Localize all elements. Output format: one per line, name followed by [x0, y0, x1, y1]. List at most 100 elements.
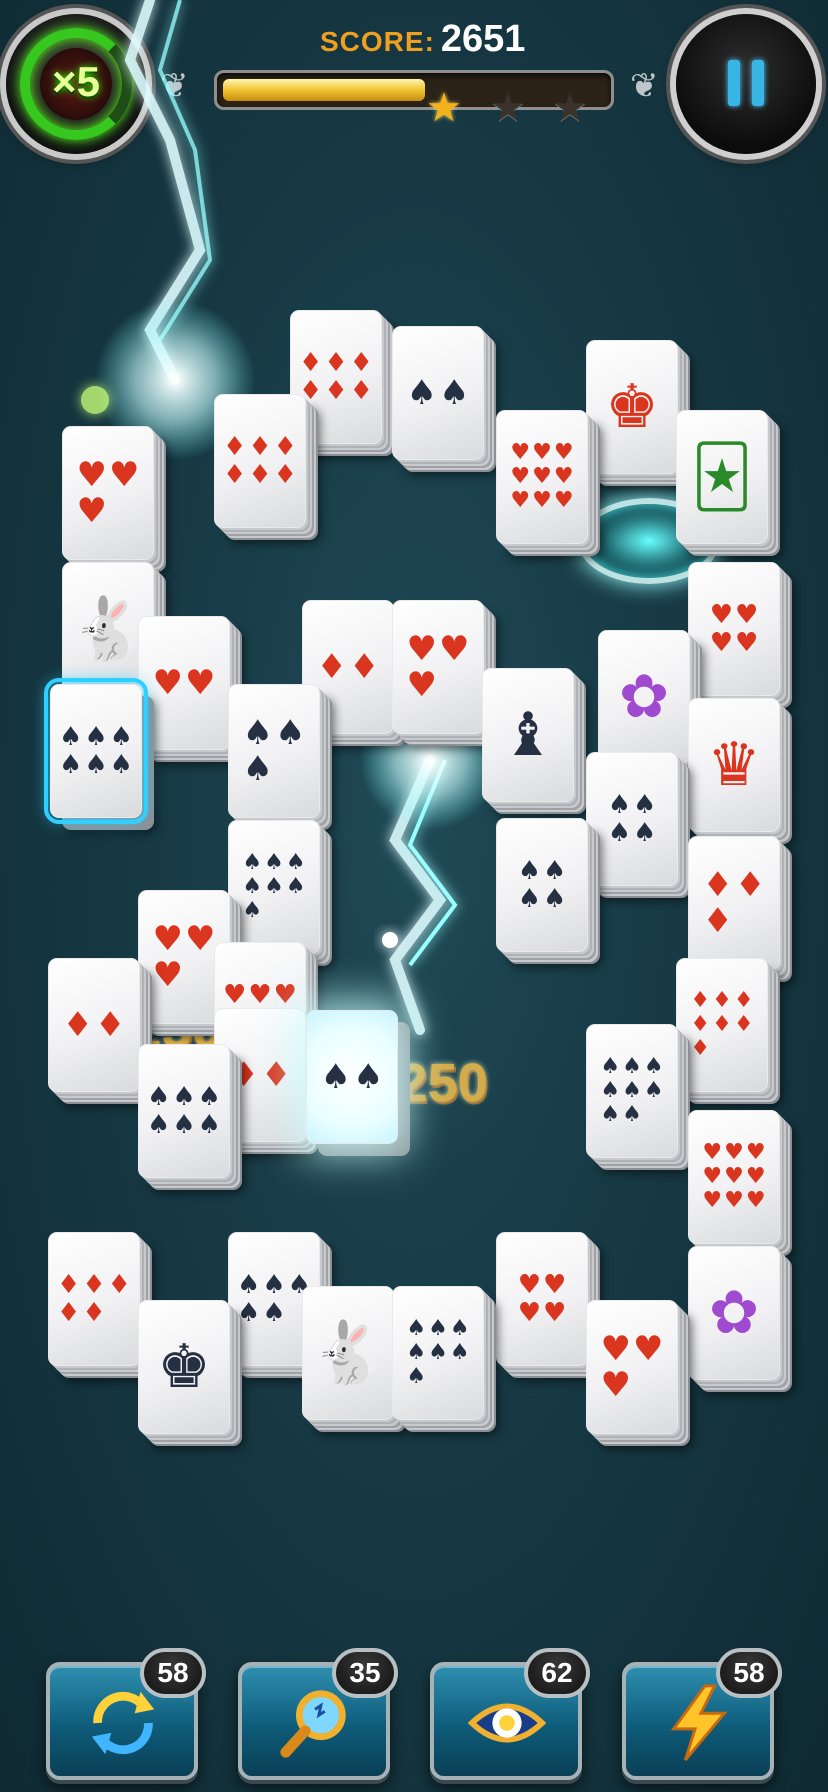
tile-6-spades[interactable]: ♠ ♠ ♠ ♠ ♠ ♠ [138, 1044, 230, 1178]
hearts-pips: ♥ ♥ ♥ [601, 1332, 664, 1402]
diamond-pip-icon: ♦ [223, 460, 247, 490]
heart-pip-icon: ♥ [517, 1270, 541, 1300]
hearts-pips: ♥ ♥ ♥ ♥ ♥ ♥ ♥ ♥ ♥ [702, 1142, 765, 1212]
score: SCORE: 2651 [320, 18, 525, 61]
tile-rabbit[interactable]: 🐇 [302, 1286, 394, 1420]
combo-text: ×5 [52, 58, 100, 105]
diamond-pip-icon: ♦ [349, 647, 380, 687]
hearts-pips: ♥ ♥ ♥ ♥ ♥ ♥ ♥ ♥ ♥ [510, 442, 573, 512]
tile-joker[interactable]: 🃏 [676, 410, 768, 544]
tile-3-spades[interactable]: ♠ ♠ ♠ [228, 684, 320, 818]
diamonds-pips: ♦ ♦ [229, 1058, 292, 1092]
tile-queen-of-diamonds[interactable]: ♛ [688, 698, 780, 832]
spade-pip-icon: ♠ [147, 1082, 171, 1112]
tile-2-spades[interactable]: ♠ ♠ [392, 326, 484, 460]
heart-pip-icon: ♥ [745, 1140, 766, 1165]
heart-pip-icon: ♥ [553, 488, 574, 513]
tile-7-spades[interactable]: ♠ ♠ ♠ ♠ ♠ ♠ ♠ [392, 1286, 484, 1420]
diamond-pip-icon: ♦ [690, 988, 711, 1013]
tile-9-hearts[interactable]: ♥ ♥ ♥ ♥ ♥ ♥ ♥ ♥ ♥ [496, 410, 588, 544]
tile-6-diamonds[interactable]: ♦ ♦ ♦ ♦ ♦ ♦ [214, 394, 306, 528]
spade-pip-icon: ♠ [285, 874, 306, 899]
diamond-pip-icon: ♦ [735, 865, 766, 905]
spade-pip-icon: ♠ [285, 850, 306, 875]
tile-3-hearts[interactable]: ♥ ♥ ♥ [586, 1300, 678, 1434]
diamond-pip-icon: ♦ [733, 1012, 754, 1037]
tile-3-hearts[interactable]: ♥ ♥ ♥ [62, 426, 154, 560]
tile-2-hearts[interactable]: ♥ ♥ [138, 616, 230, 750]
spades-pips: ♠ ♠ ♠ ♠ [518, 858, 567, 912]
diamond-pip-icon: ♦ [107, 1270, 131, 1300]
tile-9-hearts[interactable]: ♥ ♥ ♥ ♥ ♥ ♥ ♥ ♥ ♥ [688, 1110, 780, 1244]
tile-4-hearts[interactable]: ♥ ♥ ♥ ♥ [496, 1232, 588, 1366]
ornament-left-icon: ❦ [160, 66, 189, 106]
diamond-pip-icon: ♦ [261, 1055, 292, 1095]
tile-king-of-clubs[interactable]: ♚ [138, 1300, 230, 1434]
tile-4-spades[interactable]: ♠ ♠ ♠ ♠ [496, 818, 588, 952]
spade-pip-icon: ♠ [622, 1078, 642, 1103]
tile-4-spades[interactable]: ♠ ♠ ♠ ♠ [586, 752, 678, 886]
heart-pip-icon: ♥ [735, 600, 759, 630]
tile-5-diamonds[interactable]: ♦ ♦ ♦ ♦ ♦ [48, 1232, 140, 1366]
jack-figure-icon: ♝ [501, 700, 555, 770]
king-figure-icon: ♚ [157, 1332, 211, 1402]
spade-pip-icon: ♠ [428, 1340, 448, 1365]
ornament-right-icon: ❦ [630, 66, 659, 106]
tile-8-spades[interactable]: ♠ ♠ ♠ ♠ ♠ ♠ ♠ ♠ [586, 1024, 678, 1158]
tile-flower[interactable]: ✿ [598, 630, 690, 764]
star-empty-icon: ★ [490, 85, 526, 131]
spade-pip-icon: ♠ [406, 1340, 427, 1365]
diamond-pip-icon: ♦ [349, 348, 373, 378]
booster-shuffle-button[interactable]: 58 [46, 1648, 206, 1780]
hearts-pips: ♥ ♥ ♥ ♥ [518, 1272, 567, 1326]
score-value: 2651 [440, 18, 526, 60]
heart-pip-icon: ♥ [185, 663, 216, 703]
heart-pip-icon: ♥ [532, 488, 552, 513]
tile-6-spades[interactable]: ♠ ♠ ♠ ♠ ♠ ♠ [44, 678, 148, 824]
spade-pip-icon: ♠ [320, 1057, 351, 1097]
heart-pip-icon: ♥ [724, 1164, 744, 1189]
hearts-pips: ♥ ♥ ♥ [153, 922, 216, 992]
hearts-pips: ♥ ♥ ♥ [407, 632, 470, 702]
booster-reveal-button[interactable]: 62 [430, 1648, 590, 1780]
heart-pip-icon: ♥ [702, 1188, 723, 1213]
tile-king-of-diamonds[interactable]: ♚ [586, 340, 678, 474]
king-figure-icon: ♚ [605, 372, 659, 442]
queen-figure-icon: ♛ [707, 730, 761, 800]
booster-lightning-button[interactable]: 58 [622, 1648, 782, 1780]
booster-hint-button[interactable]: 35 [238, 1648, 398, 1780]
diamond-pip-icon: ♦ [248, 460, 272, 490]
tile-2-diamonds[interactable]: ♦ ♦ [48, 958, 140, 1092]
tile-7-spades[interactable]: ♠ ♠ ♠ ♠ ♠ ♠ ♠ [228, 820, 320, 954]
spades-pips: ♠ ♠ ♠ ♠ ♠ ♠ [147, 1084, 221, 1138]
spade-pip-icon: ♠ [242, 749, 273, 789]
heart-pip-icon: ♥ [152, 919, 183, 959]
diamonds-pips: ♦ ♦ [317, 650, 380, 684]
spade-pip-icon: ♠ [84, 722, 108, 752]
heart-pip-icon: ♥ [152, 955, 183, 995]
tile-2-spades[interactable]: ♠ ♠ [306, 1010, 398, 1144]
diamond-pip-icon: ♦ [702, 865, 733, 905]
tile-flower[interactable]: ✿ [688, 1246, 780, 1380]
heart-pip-icon: ♥ [76, 455, 107, 495]
heart-pip-icon: ♥ [553, 440, 574, 465]
heart-pip-icon: ♥ [185, 919, 216, 959]
pause-button[interactable] [676, 14, 816, 154]
spade-pip-icon: ♠ [600, 1078, 621, 1103]
flower-figure-icon: ✿ [708, 1278, 760, 1348]
shuffle-icon [91, 1691, 155, 1755]
spade-pip-icon: ♠ [543, 856, 567, 886]
diamond-pip-icon: ♦ [273, 432, 297, 462]
spade-pip-icon: ♠ [449, 1316, 470, 1341]
tile-7-diamonds[interactable]: ♦ ♦ ♦ ♦ ♦ ♦ ♦ [676, 958, 768, 1092]
heart-pip-icon: ♥ [248, 980, 272, 1010]
hearts-pips: ♥ ♥ ♥ [77, 458, 140, 528]
spade-pip-icon: ♠ [643, 1054, 664, 1079]
tile-jack-of-clubs[interactable]: ♝ [482, 668, 574, 802]
tile-3-diamonds[interactable]: ♦ ♦ ♦ [688, 836, 780, 970]
heart-pip-icon: ♥ [724, 1188, 744, 1213]
diamond-pip-icon: ♦ [690, 1012, 711, 1037]
tile-3-hearts[interactable]: ♥ ♥ ♥ [392, 600, 484, 734]
tile-4-hearts[interactable]: ♥ ♥ ♥ ♥ [688, 562, 780, 696]
spade-pip-icon: ♠ [262, 1298, 286, 1328]
